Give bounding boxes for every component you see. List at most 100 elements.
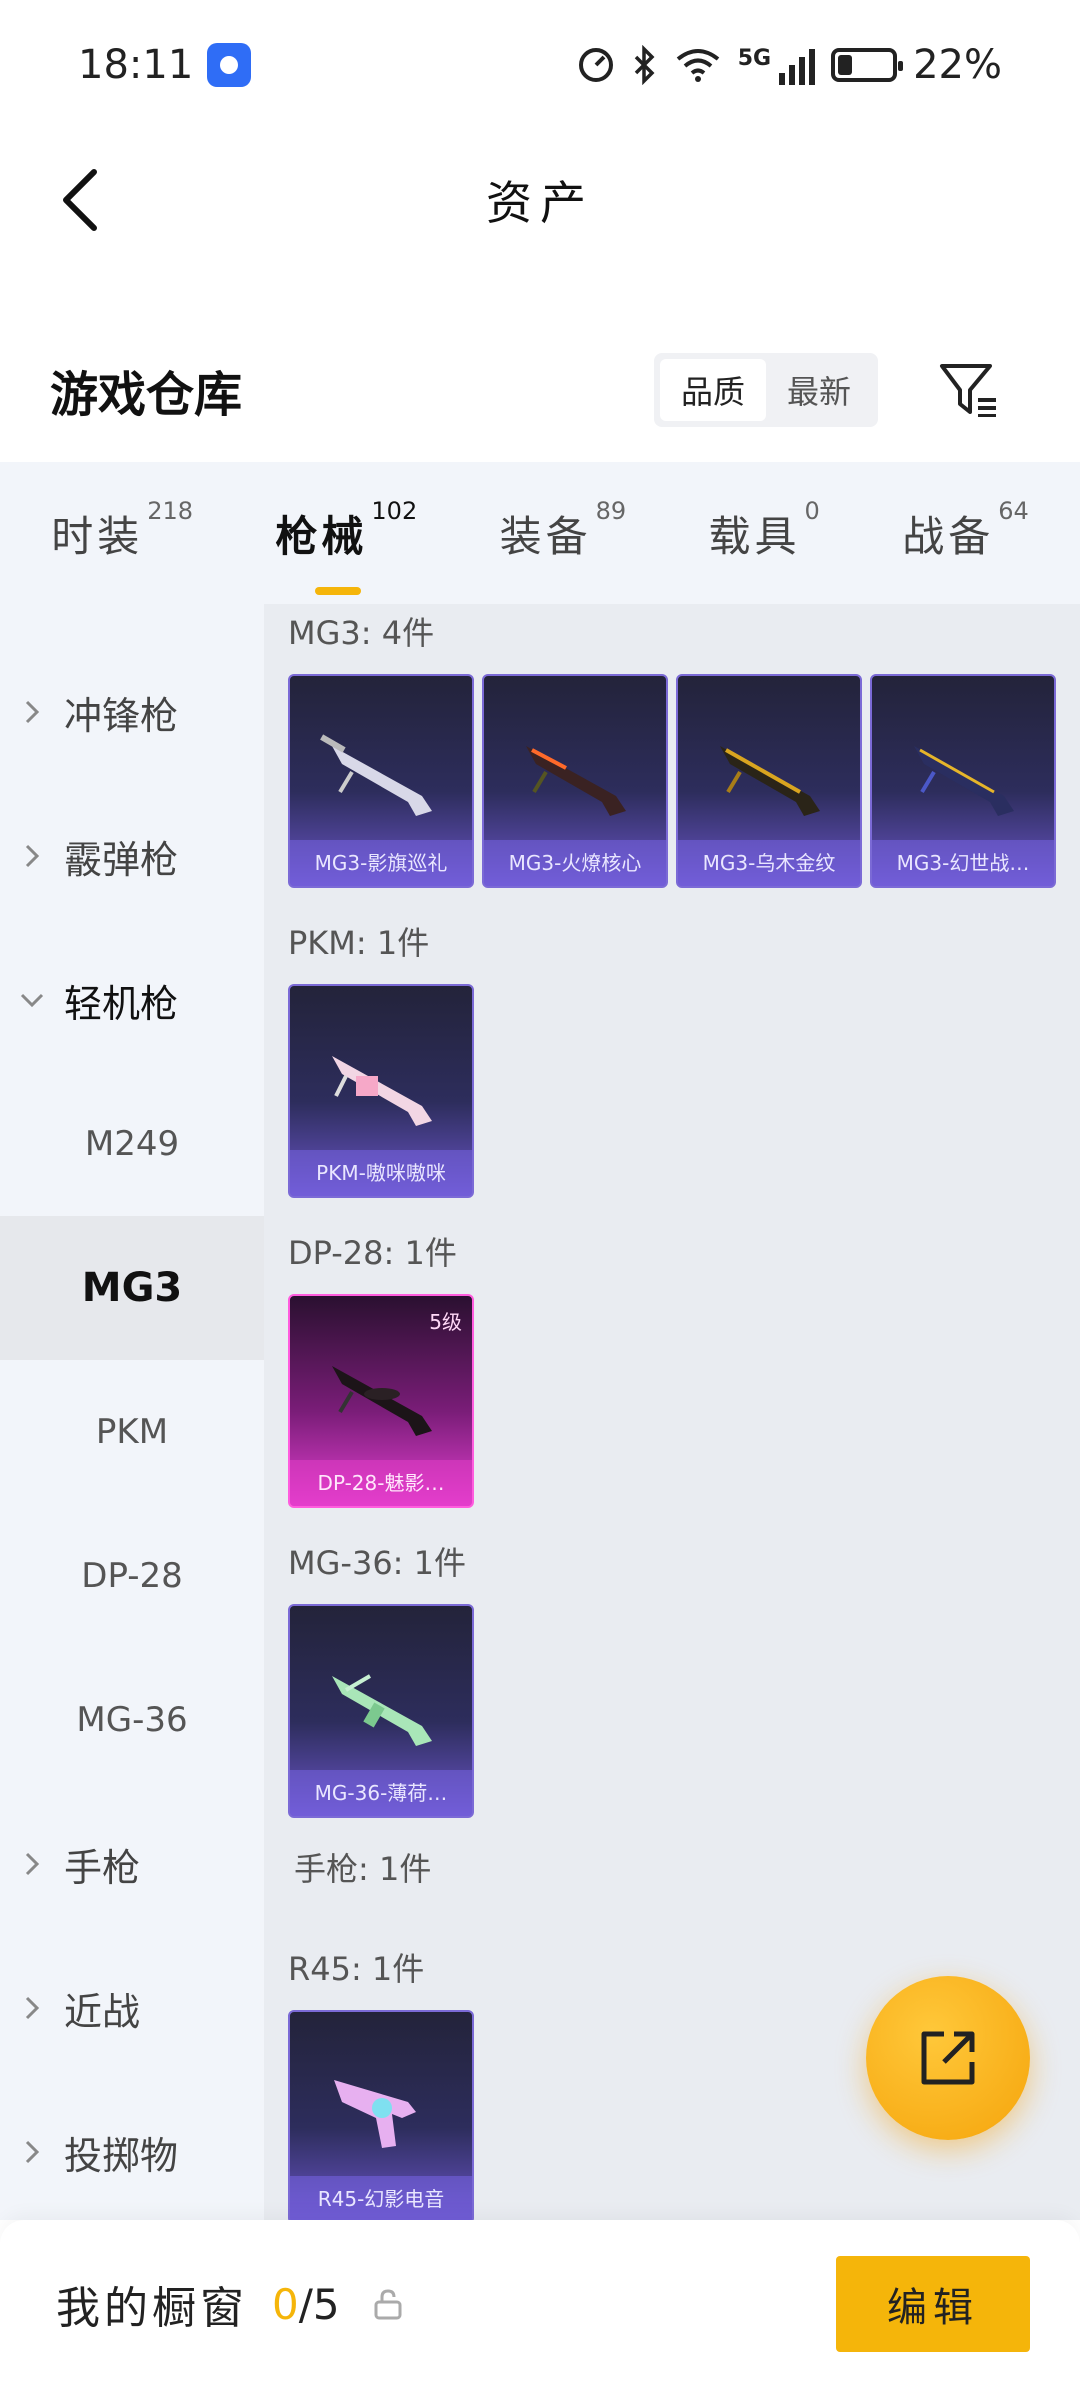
tab-label: 战备 [902, 512, 995, 561]
sidebar-item-melee[interactable]: 近战 [0, 1936, 264, 2080]
machine-gun-icon [720, 746, 820, 816]
sidebar-sub-item-label: PKM [95, 1412, 169, 1452]
rifle-icon [332, 1674, 432, 1746]
wifi-icon [676, 49, 719, 82]
item-card[interactable]: MG-36-薄荷… [288, 1604, 474, 1818]
status-right: 5G 22% [576, 42, 1002, 88]
sidebar-sub-item-label: MG3 [81, 1265, 183, 1311]
item-name: MG3-火燎核心 [484, 840, 666, 886]
sidebar-sub-item-mg36[interactable]: MG-36 [0, 1648, 264, 1792]
sidebar-sub-item-dp28[interactable]: DP-28 [0, 1504, 264, 1648]
item-name: R45-幻影电音 [290, 2176, 472, 2220]
sidebar-item-smg[interactable]: 冲锋枪 [0, 640, 264, 784]
tab-label: 载具 [708, 512, 801, 561]
item-card[interactable]: R45-幻影电音 [288, 2010, 474, 2220]
status-bar: 18:11 5G 22% [0, 0, 1080, 130]
battery-level: 22% [913, 42, 1002, 88]
active-tab-indicator [315, 587, 362, 595]
edit-button[interactable]: 编辑 [836, 2256, 1030, 2352]
page-title: 资产 [486, 176, 594, 230]
sidebar-item-label: 手枪 [64, 1845, 141, 1890]
sidebar-item-shotgun[interactable]: 霰弹枪 [0, 784, 264, 928]
showcase-count-total: /5 [298, 2279, 340, 2329]
item-card[interactable]: MG3-幻世战… [870, 674, 1056, 888]
lock-icon [374, 2289, 402, 2320]
signal-icon [779, 45, 816, 85]
tab-count: 102 [371, 497, 418, 525]
tab-equipment[interactable]: 装备 89 [500, 493, 627, 573]
bluetooth-icon [634, 45, 655, 85]
sidebar-sub-item-pkm[interactable]: PKM [0, 1360, 264, 1504]
sidebar-sub-item-label: M249 [84, 1124, 180, 1164]
tab-count: 89 [595, 497, 627, 525]
data-saver-icon [578, 48, 613, 82]
item-name: MG3-影旗巡礼 [290, 840, 472, 886]
sidebar-item-label: 轻机枪 [64, 981, 179, 1026]
sidebar-item-pistol[interactable]: 手枪 [0, 1792, 264, 1936]
machine-gun-icon [526, 746, 626, 816]
tab-count: 218 [147, 497, 194, 525]
sidebar-item-label: 近战 [64, 1989, 141, 2034]
item-name: MG3-幻世战… [872, 840, 1054, 886]
sidebar-item-throwable[interactable]: 投掷物 [0, 2080, 264, 2224]
back-button[interactable] [40, 160, 120, 240]
item-name: MG3-乌木金纹 [678, 840, 860, 886]
tab-label: 装备 [499, 512, 592, 561]
sort-quality-option[interactable]: 品质 [660, 359, 766, 421]
showcase-count-current: 0 [272, 2279, 299, 2329]
tab-vehicles[interactable]: 载具 0 [709, 493, 820, 573]
machine-gun-icon [320, 734, 432, 816]
warehouse-title: 游戏仓库 [50, 367, 243, 423]
sidebar-sub-item-m249[interactable]: M249 [0, 1072, 264, 1216]
item-card[interactable]: MG3-乌木金纹 [676, 674, 862, 888]
status-left: 18:11 [78, 42, 252, 88]
share-external-icon [921, 2031, 975, 2085]
sidebar-item-label: 霰弹枪 [64, 837, 179, 882]
chevron-down-icon [20, 993, 44, 1008]
showcase-label: 我的橱窗 [56, 2283, 248, 2334]
sort-newest-option[interactable]: 最新 [766, 359, 872, 421]
category-tabs: 时装 218 枪械 102 装备 89 载具 0 战备 64 [0, 462, 1080, 604]
sidebar: 冲锋枪 霰弹枪 轻机枪 M249 MG3 PKM DP-28 MG-36 手枪 … [0, 604, 264, 2220]
tab-label: 时装 [51, 512, 144, 561]
sort-toggle: 品质 最新 [654, 353, 878, 427]
showcase-count: 0/5 [272, 2280, 340, 2329]
tab-label: 枪械 [275, 512, 368, 561]
sidebar-item-label: 冲锋枪 [64, 693, 179, 738]
battery-icon [831, 48, 904, 82]
sidebar-item-label: 投掷物 [64, 2133, 179, 2178]
item-card[interactable]: MG3-影旗巡礼 [288, 674, 474, 888]
group-label: MG3: 4件 [288, 614, 435, 652]
tab-firearms[interactable]: 枪械 102 [275, 493, 418, 595]
chevron-right-icon [25, 1996, 40, 2020]
tab-combat-supplies[interactable]: 战备 64 [902, 493, 1029, 573]
sidebar-sub-item-label: DP-28 [81, 1556, 183, 1596]
item-grade-badge: 5级 [429, 1310, 462, 1334]
share-button[interactable] [866, 1976, 1030, 2140]
item-name: MG-36-薄荷… [290, 1770, 472, 1816]
machine-gun-icon [914, 746, 1014, 816]
network-type: 5G [737, 45, 772, 71]
back-arrow-icon [63, 169, 97, 231]
group-label: R45: 1件 [288, 1950, 425, 1988]
item-name: PKM-嗷咪嗷咪 [290, 1150, 472, 1196]
item-card[interactable]: PKM-嗷咪嗷咪 [288, 984, 474, 1198]
status-time: 18:11 [78, 42, 194, 88]
tab-count: 64 [998, 497, 1029, 525]
chevron-right-icon [25, 2140, 40, 2164]
item-card[interactable]: MG3-火燎核心 [482, 674, 668, 888]
tab-fashion[interactable]: 时装 218 [51, 493, 193, 573]
app-notification-icon [207, 43, 252, 87]
filter-button[interactable] [934, 355, 1004, 425]
filter-icon [940, 364, 996, 417]
group-label: DP-28: 1件 [288, 1234, 457, 1272]
sidebar-sub-item-mg3[interactable]: MG3 [0, 1216, 264, 1360]
tab-count: 0 [804, 497, 820, 525]
revolver-icon [334, 2080, 416, 2148]
chevron-right-icon [25, 844, 40, 868]
item-card[interactable]: 5级 DP-28-魅影… [288, 1294, 474, 1508]
showcase-bar: 我的橱窗 0/5 编辑 [0, 2220, 1080, 2388]
group-label: 手枪: 1件 [294, 1850, 432, 1888]
warehouse-row: 游戏仓库 品质 最新 [0, 330, 1080, 450]
sidebar-item-lmg[interactable]: 轻机枪 [0, 928, 264, 1072]
